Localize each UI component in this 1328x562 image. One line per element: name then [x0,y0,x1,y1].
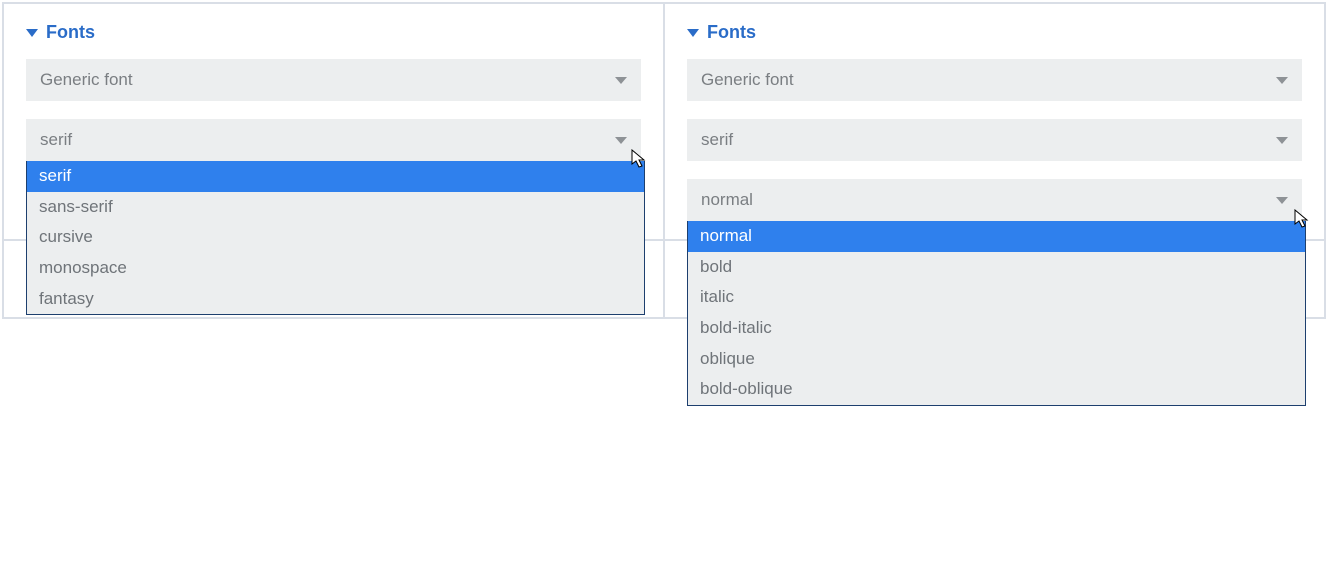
option-serif[interactable]: serif [27,161,644,192]
font-family-dropdown[interactable]: serif [687,119,1302,161]
left-panel: Fonts Generic font serif serif sans-seri… [3,3,664,240]
panel-title: Fonts [46,22,95,43]
option-bold-italic[interactable]: bold-italic [688,313,1305,344]
option-cursive[interactable]: cursive [27,222,644,253]
dropdown-value: Generic font [701,70,794,90]
option-fantasy[interactable]: fantasy [27,284,644,315]
chevron-down-icon [1276,197,1288,204]
panel-title: Fonts [707,22,756,43]
option-sans-serif[interactable]: sans-serif [27,192,644,223]
comparison-grid: Fonts Generic font serif serif sans-seri… [2,2,1326,319]
dropdown-value: serif [40,130,72,150]
right-panel: Fonts Generic font serif normal normal b… [664,3,1325,240]
chevron-down-icon [615,77,627,84]
collapse-triangle-icon [26,29,38,37]
option-oblique[interactable]: oblique [688,344,1305,375]
font-style-dropdown-wrap: normal normal bold italic bold-italic ob… [687,179,1302,221]
collapse-triangle-icon [687,29,699,37]
fonts-header-right[interactable]: Fonts [687,22,1302,43]
font-style-dropdown[interactable]: normal [687,179,1302,221]
dropdown-value: normal [701,190,753,210]
option-bold[interactable]: bold [688,252,1305,283]
font-family-dropdown-wrap: serif serif sans-serif cursive monospace… [26,119,641,161]
option-normal[interactable]: normal [688,221,1305,252]
option-italic[interactable]: italic [688,282,1305,313]
generic-font-dropdown[interactable]: Generic font [687,59,1302,101]
generic-font-dropdown[interactable]: Generic font [26,59,641,101]
chevron-down-icon [615,137,627,144]
font-family-options: serif sans-serif cursive monospace fanta… [26,161,645,315]
dropdown-value: Generic font [40,70,133,90]
option-bold-oblique[interactable]: bold-oblique [688,374,1305,405]
fonts-header-left[interactable]: Fonts [26,22,641,43]
chevron-down-icon [1276,137,1288,144]
dropdown-value: serif [701,130,733,150]
option-monospace[interactable]: monospace [27,253,644,284]
chevron-down-icon [1276,77,1288,84]
font-family-dropdown[interactable]: serif [26,119,641,161]
font-style-options: normal bold italic bold-italic oblique b… [687,221,1306,406]
